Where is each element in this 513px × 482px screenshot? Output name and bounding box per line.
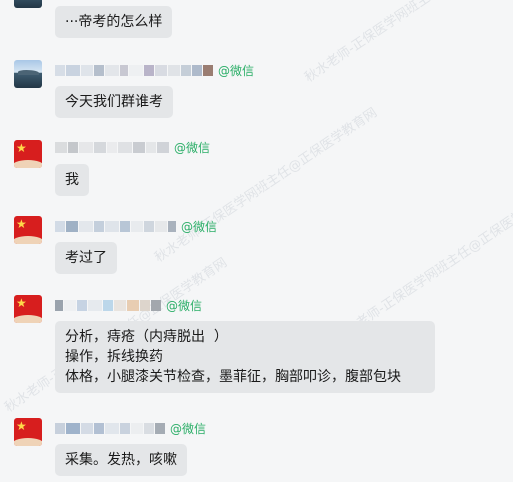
message-bubble: 采集。发热，咳嗽 [55, 444, 187, 476]
flag-avatar-icon[interactable]: ★ [14, 418, 42, 446]
sender-name: @微信 [55, 219, 218, 234]
sender-name: @微信 [55, 298, 203, 313]
wechat-tag: @微信 [166, 298, 203, 313]
landscape-avatar-icon[interactable] [14, 0, 42, 8]
message-bubble: ···帝考的怎么样 [55, 6, 173, 38]
watermark: 秋水老师-正保医学网班主任@正保医学教育网 [152, 105, 381, 266]
chat-history: 秋水老师-正保医学网班主任@正保医学教育网 秋水老师-正保医学网班主任@正保医学… [0, 0, 513, 482]
sender-name: @微信 [55, 63, 255, 78]
message-bubble: 考过了 [55, 242, 117, 274]
sender-name: @微信 [55, 140, 211, 155]
message-bubble: 我 [55, 164, 89, 196]
wechat-tag: @微信 [218, 63, 255, 78]
wechat-tag: @微信 [181, 219, 218, 234]
flag-avatar-icon[interactable]: ★ [14, 295, 42, 323]
flag-avatar-icon[interactable]: ★ [14, 140, 42, 168]
wechat-tag: @微信 [174, 140, 211, 155]
flag-avatar-icon[interactable]: ★ [14, 216, 42, 244]
message-bubble: 今天我们群谁考 [55, 86, 173, 118]
landscape-avatar-icon[interactable] [14, 60, 42, 88]
watermark: 秋水老师-正保医学网班主任@正保医学教育网 [302, 0, 513, 86]
sender-name: @微信 [55, 421, 207, 436]
message-bubble: 分析，痔疮（内痔脱出 ） 操作，拆线换药 体格，小腿漆关节检查，墨菲征，胸部叩诊… [55, 321, 435, 393]
wechat-tag: @微信 [170, 421, 207, 436]
